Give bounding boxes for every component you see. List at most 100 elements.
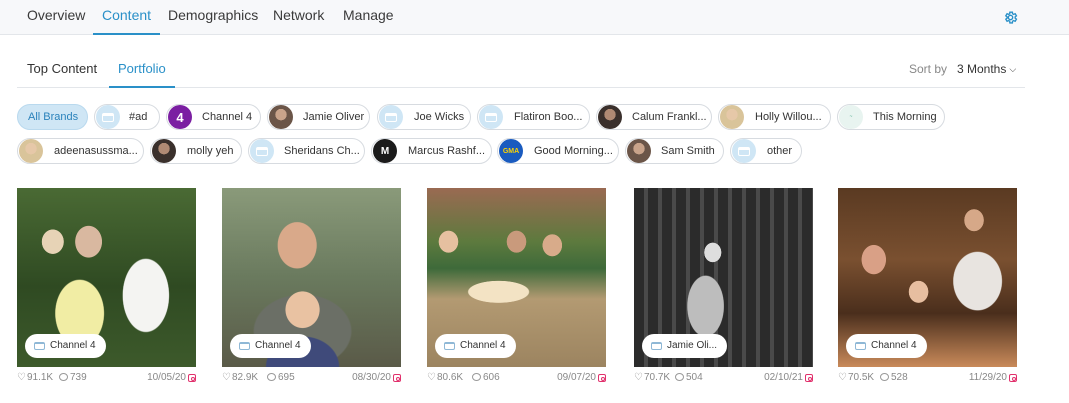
heart-icon: ♡: [222, 372, 231, 383]
comments-count: 606: [472, 372, 500, 383]
likes-value: 70.5K: [847, 372, 875, 383]
brand-badge: Channel 4: [25, 334, 106, 358]
comment-icon: [675, 373, 684, 381]
brand-filter-joe-wicks[interactable]: Joe Wicks: [377, 104, 471, 130]
post-date: 02/10/21: [764, 372, 803, 383]
tab-network[interactable]: Network: [273, 0, 324, 35]
brand-filter-label: other: [767, 145, 793, 157]
post-card[interactable]: Channel 4: [222, 188, 401, 367]
brand-filter-calum-franklin[interactable]: Calum Frankl...: [596, 104, 712, 130]
post-stats: ♡82.9K 695 08/30/20: [222, 372, 401, 386]
post-card[interactable]: Channel 4: [17, 188, 196, 367]
brand-filter-holly-willoughby[interactable]: Holly Willou...: [718, 104, 831, 130]
brand-filter-label: Sam Smith: [661, 145, 715, 157]
comments-value: 739: [70, 372, 87, 383]
brand-filter-good-morning-america[interactable]: GMA Good Morning...: [497, 138, 619, 164]
tab-overview[interactable]: Overview: [27, 0, 85, 35]
tab-content[interactable]: Content: [93, 0, 161, 35]
brand-placeholder-icon: [444, 342, 455, 350]
chevron-down-icon: ⌵: [1009, 64, 1017, 74]
brand-badge: Channel 4: [846, 334, 927, 358]
likes-value: 82.9K: [231, 372, 259, 383]
brand-filter-label: This Morning: [873, 111, 937, 123]
brand-filter-adeenasussman[interactable]: adeenasussma...: [17, 138, 144, 164]
sort-value: 3 Months: [957, 62, 1007, 76]
brand-filter-label: adeenasussma...: [54, 145, 138, 157]
comments-value: 504: [686, 372, 703, 383]
brand-filter-label: Joe Wicks: [414, 111, 465, 123]
avatar: [152, 139, 176, 163]
post-date: 10/05/20: [147, 372, 186, 383]
instagram-icon: [188, 374, 196, 382]
brand-filter-label: Jamie Oliver: [303, 111, 365, 123]
tab-portfolio[interactable]: Portfolio: [109, 61, 175, 88]
brand-badge-label: Channel 4: [460, 340, 506, 351]
post-date: 11/29/20: [968, 372, 1007, 383]
tab-top-content[interactable]: Top Content: [27, 61, 97, 88]
brand-placeholder-icon: [479, 105, 503, 129]
instagram-icon: [393, 374, 401, 382]
gma-logo-icon: GMA: [499, 139, 523, 163]
sort-label: Sort by: [909, 62, 948, 76]
likes-count: ♡80.6K: [427, 372, 463, 383]
post-card[interactable]: Channel 4: [427, 188, 606, 367]
brand-filter-label: Channel 4: [202, 111, 253, 123]
post-date: 08/30/20: [352, 372, 391, 383]
top-navigation: Overview Content Demographics Network Ma…: [0, 0, 1069, 35]
brand-placeholder-icon: [239, 342, 250, 350]
comment-icon: [472, 373, 481, 381]
brand-badge-label: Channel 4: [871, 340, 917, 351]
gear-icon[interactable]: [1003, 10, 1018, 25]
comments-count: 739: [59, 372, 87, 383]
brand-badge-label: Channel 4: [50, 340, 96, 351]
brand-filter-sam-smith[interactable]: Sam Smith: [625, 138, 724, 164]
tab-demographics[interactable]: Demographics: [168, 0, 258, 35]
likes-count: ♡91.1K: [17, 372, 53, 383]
brand-filter-marcus-rashford[interactable]: M Marcus Rashf...: [371, 138, 492, 164]
heart-icon: ♡: [634, 372, 643, 383]
likes-count: ♡70.5K: [838, 372, 874, 383]
avatar: [598, 105, 622, 129]
comments-count: 528: [880, 372, 908, 383]
avatar: [269, 105, 293, 129]
brand-badge-label: Channel 4: [255, 340, 301, 351]
brand-filter-molly-yeh[interactable]: molly yeh: [150, 138, 242, 164]
brand-filter-channel-4[interactable]: 4 Channel 4: [166, 104, 261, 130]
post-stats: ♡70.5K 528 11/29/20: [838, 372, 1017, 386]
heart-icon: ♡: [838, 372, 847, 383]
instagram-icon: [1009, 374, 1017, 382]
comments-value: 695: [278, 372, 295, 383]
avatar: [627, 139, 651, 163]
brand-placeholder-icon: [96, 105, 120, 129]
comment-icon: [880, 373, 889, 381]
this-morning-logo-icon: ~: [839, 105, 863, 129]
brand-filter-label: Flatiron Boo...: [514, 111, 583, 123]
sort-dropdown[interactable]: 3 Months ⌵: [957, 62, 1016, 76]
comments-value: 606: [483, 372, 500, 383]
likes-value: 91.1K: [26, 372, 54, 383]
comments-count: 504: [675, 372, 703, 383]
post-card[interactable]: Jamie Oli...: [634, 188, 813, 367]
brand-filter-other[interactable]: other: [730, 138, 802, 164]
likes-value: 80.6K: [436, 372, 464, 383]
instagram-icon: [598, 374, 606, 382]
brand-filter-label: Sheridans Ch...: [284, 145, 360, 157]
likes-value: 70.7K: [643, 372, 671, 383]
brand-placeholder-icon: [855, 342, 866, 350]
brand-badge-label: Jamie Oli...: [667, 340, 718, 351]
post-card[interactable]: Channel 4: [838, 188, 1017, 367]
brand-placeholder-icon: [250, 139, 274, 163]
marcus-rashford-logo-icon: M: [373, 139, 397, 163]
brand-filter-this-morning[interactable]: ~ This Morning: [837, 104, 945, 130]
brand-filter-label: All Brands: [28, 111, 79, 123]
brand-filter-ad[interactable]: #ad: [94, 104, 160, 130]
tab-manage[interactable]: Manage: [343, 0, 394, 35]
heart-icon: ♡: [17, 372, 26, 383]
brand-placeholder-icon: [732, 139, 756, 163]
brand-filter-label: molly yeh: [187, 145, 234, 157]
brand-filter-sheridans[interactable]: Sheridans Ch...: [248, 138, 365, 164]
brand-filter-all-brands[interactable]: All Brands: [17, 104, 88, 130]
brand-filter-flatiron[interactable]: Flatiron Boo...: [477, 104, 590, 130]
comments-value: 528: [891, 372, 908, 383]
brand-filter-jamie-oliver[interactable]: Jamie Oliver: [267, 104, 370, 130]
